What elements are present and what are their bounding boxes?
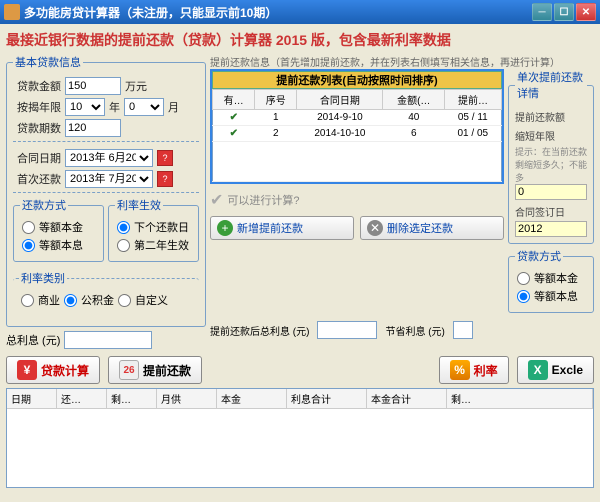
add-prepay-button[interactable]: + 新增提前还款 [210,216,354,240]
second-year-radio[interactable] [117,239,130,252]
save-interest-label: 节省利息 (元) [385,323,444,338]
contract-date-action[interactable]: ? [157,150,173,166]
verify-text: 可以进行计算? [227,192,299,208]
excel-icon: X [528,360,548,380]
contract-date-select[interactable]: 2013年 6月20日 [65,149,153,167]
after-interest-output [317,321,377,339]
export-excel-button[interactable]: X Excle [517,356,594,384]
lm-installment-radio[interactable] [517,290,530,303]
x-icon: ✕ [367,220,383,236]
rate-effect-group: 利率生效 下个还款日 第二年生效 [108,197,199,262]
minimize-button[interactable]: ─ [532,3,552,21]
shorten-input[interactable] [515,184,587,200]
contract-date-label: 合同日期 [13,150,61,166]
window-title: 多功能房贷计算器（未注册，只能显示前10期） [24,4,532,21]
verify-check-icon: ✔ [210,190,223,210]
delete-prepay-button[interactable]: ✕ 删除选定还款 [360,216,504,240]
calendar-icon: 26 [119,360,139,380]
sign-date-input[interactable] [515,221,587,237]
commercial-radio[interactable] [21,294,34,307]
amount-unit: 万元 [125,78,147,94]
custom-radio[interactable] [118,294,131,307]
check-icon: ✔ [213,110,255,126]
total-interest-output [64,331,152,349]
equal-principal-radio[interactable] [22,221,35,234]
prepay-button[interactable]: 26 提前还款 [108,356,202,384]
loan-method-group: 贷款方式 等额本金 等额本息 [508,248,594,313]
total-interest-label: 总利息 (元) [6,332,60,348]
basic-legend: 基本贷款信息 [13,54,83,70]
periods-input[interactable] [65,119,121,137]
headline: 最接近银行数据的提前还款（贷款）计算器 2015 版，包含最新利率数据 [6,26,594,54]
result-grid[interactable]: 日期 还… 剩… 月供 本金 利息合计 本金合计 剩… [6,388,594,488]
next-day-radio[interactable] [117,221,130,234]
rate-icon: % [450,360,470,380]
first-repay-select[interactable]: 2013年 7月20日 [65,170,153,188]
years-label: 按揭年限 [13,99,61,115]
check-icon: ✔ [213,126,255,142]
periods-label: 贷款期数 [13,120,61,136]
equal-installment-radio[interactable] [22,239,35,252]
amount-input[interactable] [65,77,121,95]
month-select[interactable]: 0 [124,98,164,116]
first-repay-label: 首次还款 [13,171,61,187]
prepay-table[interactable]: 有… 序号 合同日期 金额(… 提前… ✔ 1 2014-9-10 40 [212,89,502,182]
maximize-button[interactable]: ☐ [554,3,574,21]
after-interest-label: 提前还款后总利息 (元) [210,323,309,338]
first-repay-action[interactable]: ? [157,171,173,187]
prepay-table-title: 提前还款列表(自动按照时间排序) [212,71,502,89]
close-button[interactable]: ✕ [576,3,596,21]
repay-method-group: 还款方式 等额本金 等额本息 [13,197,104,262]
lm-principal-radio[interactable] [517,272,530,285]
table-row[interactable]: ✔ 2 2014-10-10 6 01 / 05 [213,126,502,142]
years-select[interactable]: 10 [65,98,105,116]
amount-label: 贷款金额 [13,78,61,94]
basic-info-group: 基本贷款信息 贷款金额 万元 按揭年限 10 年 0 月 贷款期数 [6,54,206,327]
prepay-detail-group: 单次提前还款详情 提前还款额 缩短年限 提示：在当前还款剩缩短多久；不能多 合同… [508,69,594,244]
table-row[interactable]: ✔ 1 2014-9-10 40 05 / 11 [213,110,502,126]
save-interest-output [453,321,473,339]
calculate-button[interactable]: ¥ 贷款计算 [6,356,100,384]
app-icon [4,4,20,20]
prepay-info-text: 提前还款信息（首先增加提前还款，并在列表右侧填写相关信息，再进行计算） [210,54,594,69]
fund-radio[interactable] [64,294,77,307]
rate-type-group: 利率类别 商业 公积金 自定义 [13,270,199,316]
rate-button[interactable]: % 利率 [439,356,509,384]
yuan-icon: ¥ [17,360,37,380]
plus-icon: + [217,220,233,236]
